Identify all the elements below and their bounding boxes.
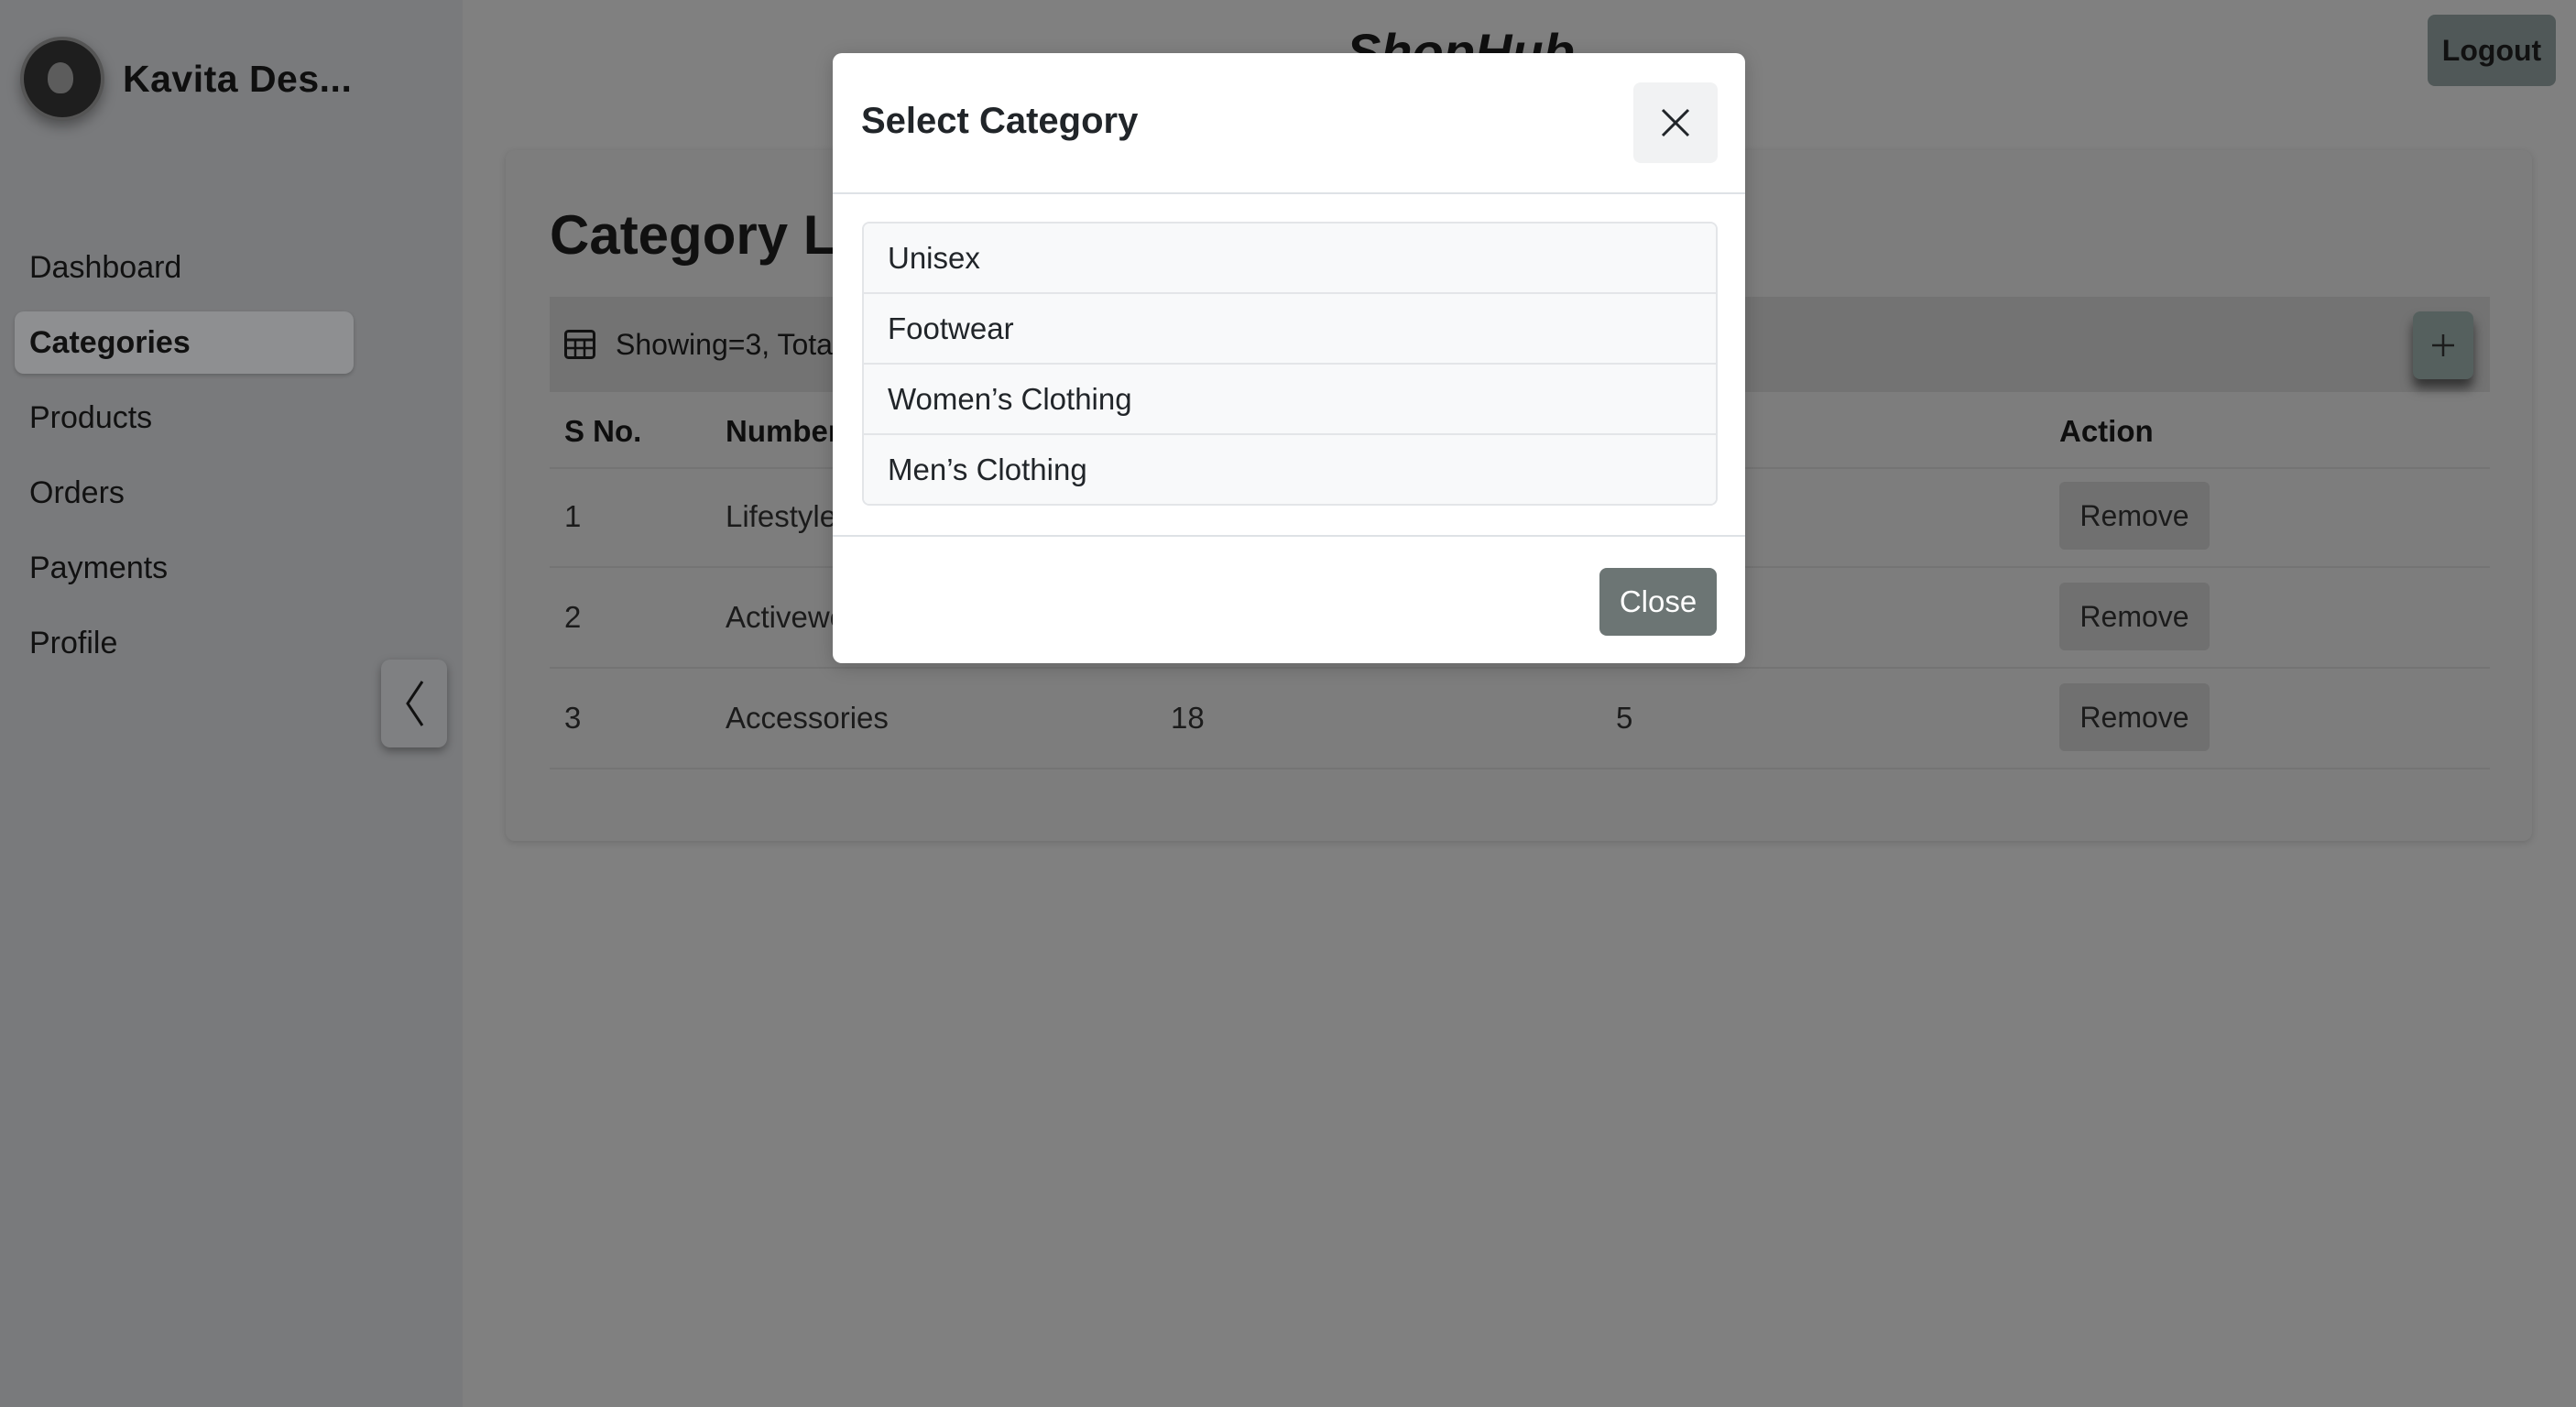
category-option-mens-clothing[interactable]: Men’s Clothing	[864, 435, 1716, 504]
modal-close-button[interactable]	[1633, 82, 1718, 163]
category-option-womens-clothing[interactable]: Women’s Clothing	[864, 365, 1716, 435]
close-icon	[1661, 108, 1690, 137]
category-option-footwear[interactable]: Footwear	[864, 294, 1716, 365]
modal-title: Select Category	[861, 101, 1139, 141]
select-category-modal: Select Category Unisex Footwear Women’s …	[833, 53, 1745, 663]
modal-footer: Close	[833, 535, 1745, 665]
close-button[interactable]: Close	[1599, 568, 1717, 636]
category-option-list: Unisex Footwear Women’s Clothing Men’s C…	[862, 222, 1718, 506]
category-option-unisex[interactable]: Unisex	[864, 224, 1716, 294]
modal-header: Select Category	[833, 53, 1745, 194]
